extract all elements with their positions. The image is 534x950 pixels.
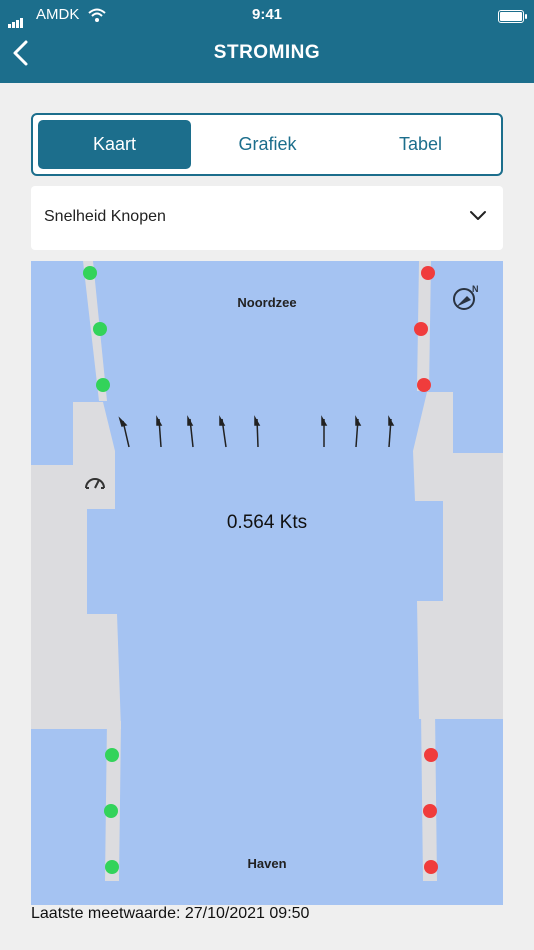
land-left: [31, 402, 121, 729]
chevron-down-icon: [470, 211, 486, 220]
footer: Laatste meetwaarde: 27/10/2021 09:50: [31, 905, 511, 919]
red-buoy: [414, 322, 428, 336]
svg-text:N: N: [472, 284, 479, 294]
current-arrow-icon: [187, 415, 194, 448]
green-buoy: [93, 322, 107, 336]
red-buoy: [423, 804, 437, 818]
red-buoy: [417, 378, 431, 392]
current-arrow-icon: [355, 415, 362, 448]
current-map: N Noordzee 0.564 Kts Haven: [31, 261, 503, 905]
green-buoy: [105, 748, 119, 762]
current-arrow-icon: [156, 415, 163, 448]
green-buoy: [96, 378, 110, 392]
status-bar: AMDK 9:41: [0, 4, 534, 28]
map-label-haven: Haven: [247, 856, 287, 871]
current-arrow-icon: [321, 415, 328, 447]
last-measurement: Laatste meetwaarde: 27/10/2021 09:50: [31, 905, 310, 919]
current-arrow-icon: [388, 415, 395, 448]
map-label-noordzee: Noordzee: [237, 295, 297, 310]
battery-icon: [498, 10, 527, 23]
current-arrow-icon: [118, 416, 130, 448]
page-title: STROMING: [213, 42, 321, 63]
dropdown-selected-value: Snelheid Knopen: [44, 208, 166, 225]
current-arrow-icon: [254, 415, 261, 448]
tab-grafiek[interactable]: Grafiek: [191, 120, 344, 169]
green-buoy: [104, 804, 118, 818]
tab-tabel[interactable]: Tabel: [344, 120, 497, 169]
unit-dropdown[interactable]: Snelheid Knopen: [31, 186, 503, 250]
red-buoy: [421, 266, 435, 280]
current-speed: 0.564 Kts: [226, 512, 308, 533]
app-header: AMDK 9:41 STROMING: [0, 0, 534, 83]
land-right: [413, 392, 503, 719]
map-canvas: N: [31, 261, 503, 881]
current-arrows: [118, 415, 395, 448]
clock: 9:41: [251, 6, 283, 23]
view-segmented-control: Kaart Grafiek Tabel: [31, 113, 503, 176]
green-buoy: [83, 266, 97, 280]
red-buoy: [424, 748, 438, 762]
current-arrow-icon: [219, 415, 227, 448]
tab-kaart[interactable]: Kaart: [38, 120, 191, 169]
